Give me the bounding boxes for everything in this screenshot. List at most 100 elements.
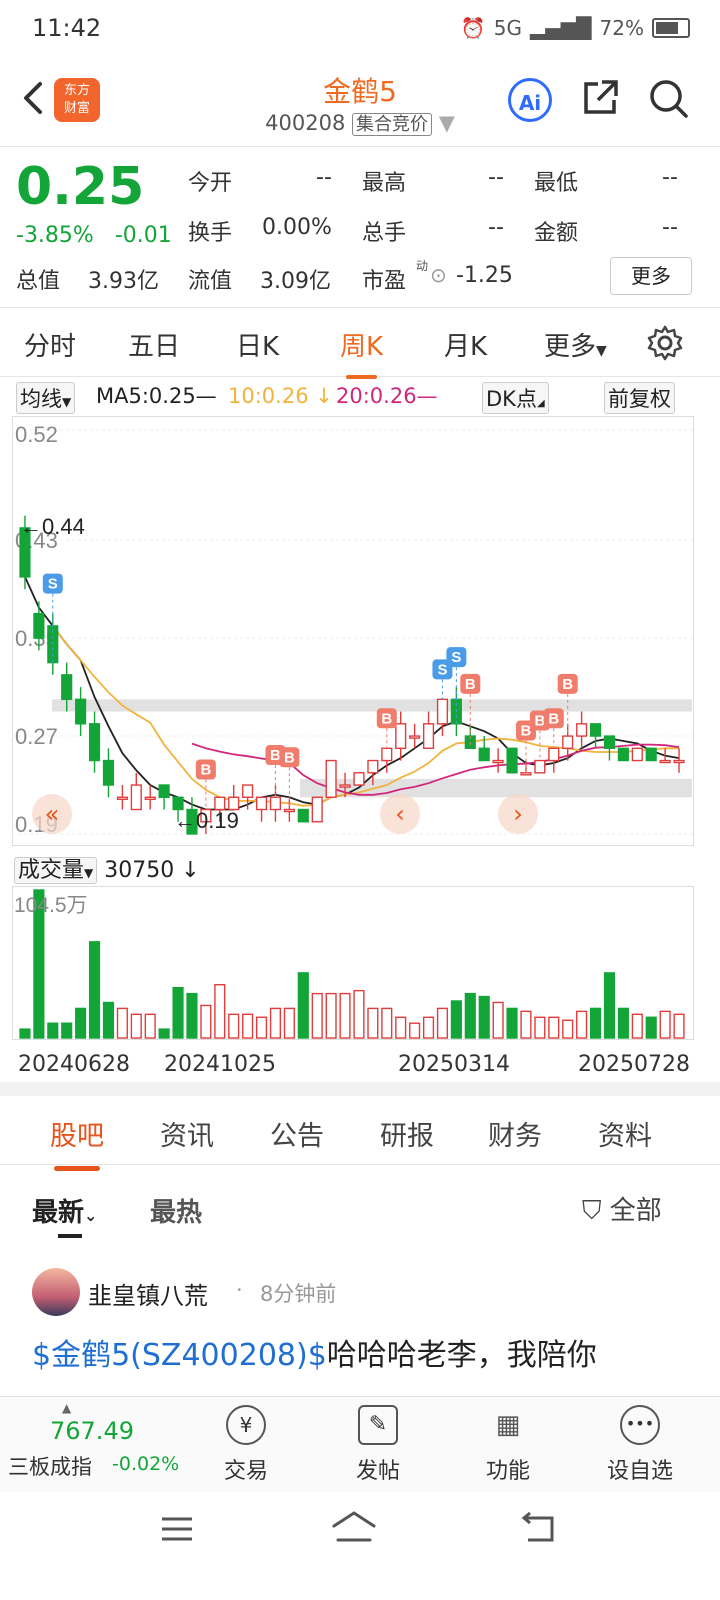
dropdown-triangle-icon: ▼ xyxy=(596,343,607,359)
tab-intraday[interactable]: 分时 xyxy=(24,326,76,363)
candle-body xyxy=(436,698,449,725)
sort-latest[interactable]: 最新⌄ xyxy=(32,1192,97,1229)
battery-label: 72% xyxy=(599,16,644,40)
signal-badge-label: B xyxy=(200,762,211,779)
tab-five-day[interactable]: 五日 xyxy=(128,326,180,363)
tab-more[interactable]: 更多▼ xyxy=(544,326,607,363)
filter-icon: ⛉ xyxy=(582,1196,602,1226)
sort-hot[interactable]: 最热 xyxy=(150,1192,202,1229)
tab-weekly-k[interactable]: 周K xyxy=(340,326,383,379)
home-icon[interactable] xyxy=(330,1510,378,1548)
candle-body xyxy=(297,808,309,823)
nav-post-label: 发帖 xyxy=(355,1459,400,1484)
nav-functions[interactable]: ▦ 功能 xyxy=(458,1405,558,1485)
volume-bar xyxy=(102,1001,115,1039)
adjust-selector[interactable]: 前复权 xyxy=(604,382,675,414)
nav-post[interactable]: ✎ 发帖 xyxy=(328,1405,428,1485)
volume-bar xyxy=(172,986,184,1039)
candle-body xyxy=(562,735,574,750)
gear-icon[interactable] xyxy=(646,324,684,366)
more-button[interactable]: 更多 xyxy=(610,257,692,295)
candle-body xyxy=(353,772,365,786)
candle-body xyxy=(130,784,142,811)
candle-body xyxy=(589,723,602,737)
tab-news[interactable]: 资讯 xyxy=(160,1114,214,1153)
ma5-line xyxy=(24,576,680,811)
post-time: 8分钟前 xyxy=(260,1282,337,1306)
search-icon[interactable] xyxy=(648,78,690,124)
change-value: -0.01 xyxy=(114,223,172,248)
amount-value: -- xyxy=(662,215,678,240)
turnover-value: 0.00% xyxy=(262,215,332,240)
tab-profile[interactable]: 资料 xyxy=(598,1114,652,1153)
candle-body xyxy=(520,772,532,776)
dk-selector[interactable]: DK点◢ xyxy=(482,382,549,414)
status-bar: 11:42 ⏰ 5G ▂▄▆█ 72% xyxy=(0,0,720,58)
signal-badge-label: S xyxy=(451,649,461,666)
share-icon[interactable] xyxy=(580,78,620,122)
signal-badge-label: B xyxy=(465,676,476,693)
index-value[interactable]: 767.49 xyxy=(50,1417,134,1445)
ma10-line xyxy=(52,625,679,807)
tab-finance[interactable]: 财务 xyxy=(488,1114,542,1153)
tab-daily-k[interactable]: 日K xyxy=(236,326,279,363)
index-name[interactable]: 三板成指 xyxy=(8,1451,92,1481)
ai-assistant-icon[interactable]: Ai xyxy=(508,78,552,122)
volume-bar xyxy=(631,1013,643,1039)
volume-bar xyxy=(603,972,616,1039)
volume-svg[interactable]: 104.5万 xyxy=(12,886,694,1040)
post-text[interactable]: $金鹤5(SZ400208)$哈哈哈老李，我陪你 xyxy=(32,1330,597,1374)
ma-selector[interactable]: 均线▼ xyxy=(16,382,76,414)
signal-badge-label: B xyxy=(284,749,295,766)
volume-chart[interactable]: 104.5万 xyxy=(12,886,694,1040)
volume-bar xyxy=(200,1004,212,1039)
tab-monthly-k[interactable]: 月K xyxy=(444,326,487,363)
volume-bar xyxy=(325,992,337,1039)
volume-bar xyxy=(617,1007,629,1039)
active-underline xyxy=(58,1234,82,1238)
pe-label: 市盈 xyxy=(362,269,407,294)
nav-add-watchlist[interactable]: ••• 设自选 xyxy=(590,1405,690,1485)
volume-bar xyxy=(88,941,101,1039)
volume-bar xyxy=(450,1000,462,1039)
volume-bar xyxy=(61,1022,73,1039)
post-username[interactable]: 韭皇镇八荒 xyxy=(88,1276,208,1311)
ma-selector-label: 均线 xyxy=(20,387,62,411)
volume-selector[interactable]: 成交量▼ xyxy=(14,857,98,884)
candle-body xyxy=(395,723,407,750)
info-dots-icon[interactable]: ⊙ xyxy=(430,263,447,287)
filter-all[interactable]: ⛉ 全部 xyxy=(582,1190,662,1227)
candle-body xyxy=(367,759,379,774)
nav-trade[interactable]: ¥ 交易 xyxy=(196,1405,296,1485)
trading-mode-tag: 集合竞价 xyxy=(352,113,432,136)
candle-body xyxy=(116,796,128,800)
stock-link[interactable]: $金鹤5(SZ400208)$ xyxy=(32,1338,327,1373)
back-icon[interactable] xyxy=(520,1511,556,1548)
post-item[interactable]: 韭皇镇八荒 · 8分钟前 $金鹤5(SZ400208)$哈哈哈老李，我陪你 xyxy=(0,1264,720,1394)
corner-triangle-icon: ◢ xyxy=(536,398,545,409)
amount-label: 金额 xyxy=(534,221,579,246)
menu-icon[interactable] xyxy=(160,1514,194,1548)
candle-body xyxy=(603,735,616,750)
tab-announcements[interactable]: 公告 xyxy=(270,1114,324,1153)
volume-bar xyxy=(492,1001,504,1039)
ma5-value: MA5:0.25— xyxy=(96,384,217,408)
volume-bar xyxy=(144,1013,156,1039)
max-price-label: ←0.44 xyxy=(20,514,85,539)
tab-guba[interactable]: 股吧 xyxy=(50,1114,104,1171)
candlestick-chart[interactable]: 0.520.430.350.270.19SBBBBSSBBBBB←0.44←0.… xyxy=(12,416,694,846)
index-change: -0.02% xyxy=(112,1453,180,1475)
candle-body xyxy=(645,747,657,762)
date-axis: 20240628 20241025 20250314 20250728 xyxy=(0,1050,720,1080)
volume-bar xyxy=(228,1013,240,1039)
volume-bar xyxy=(562,1019,574,1039)
avatar[interactable] xyxy=(32,1268,80,1316)
bottom-nav: ▲ 767.49 三板成指 -0.02% ¥ 交易 ✎ 发帖 ▦ 功能 ••• … xyxy=(0,1396,720,1493)
dk-label: DK点 xyxy=(486,387,537,411)
candlestick-svg[interactable]: 0.520.430.350.270.19SBBBBSSBBBBB←0.44←0.… xyxy=(12,416,694,846)
volume-bar xyxy=(269,1007,282,1039)
volume-selector-label: 成交量 xyxy=(18,858,85,883)
volume-bar xyxy=(75,1007,87,1039)
candle-body xyxy=(255,796,268,811)
tab-research[interactable]: 研报 xyxy=(380,1114,434,1153)
